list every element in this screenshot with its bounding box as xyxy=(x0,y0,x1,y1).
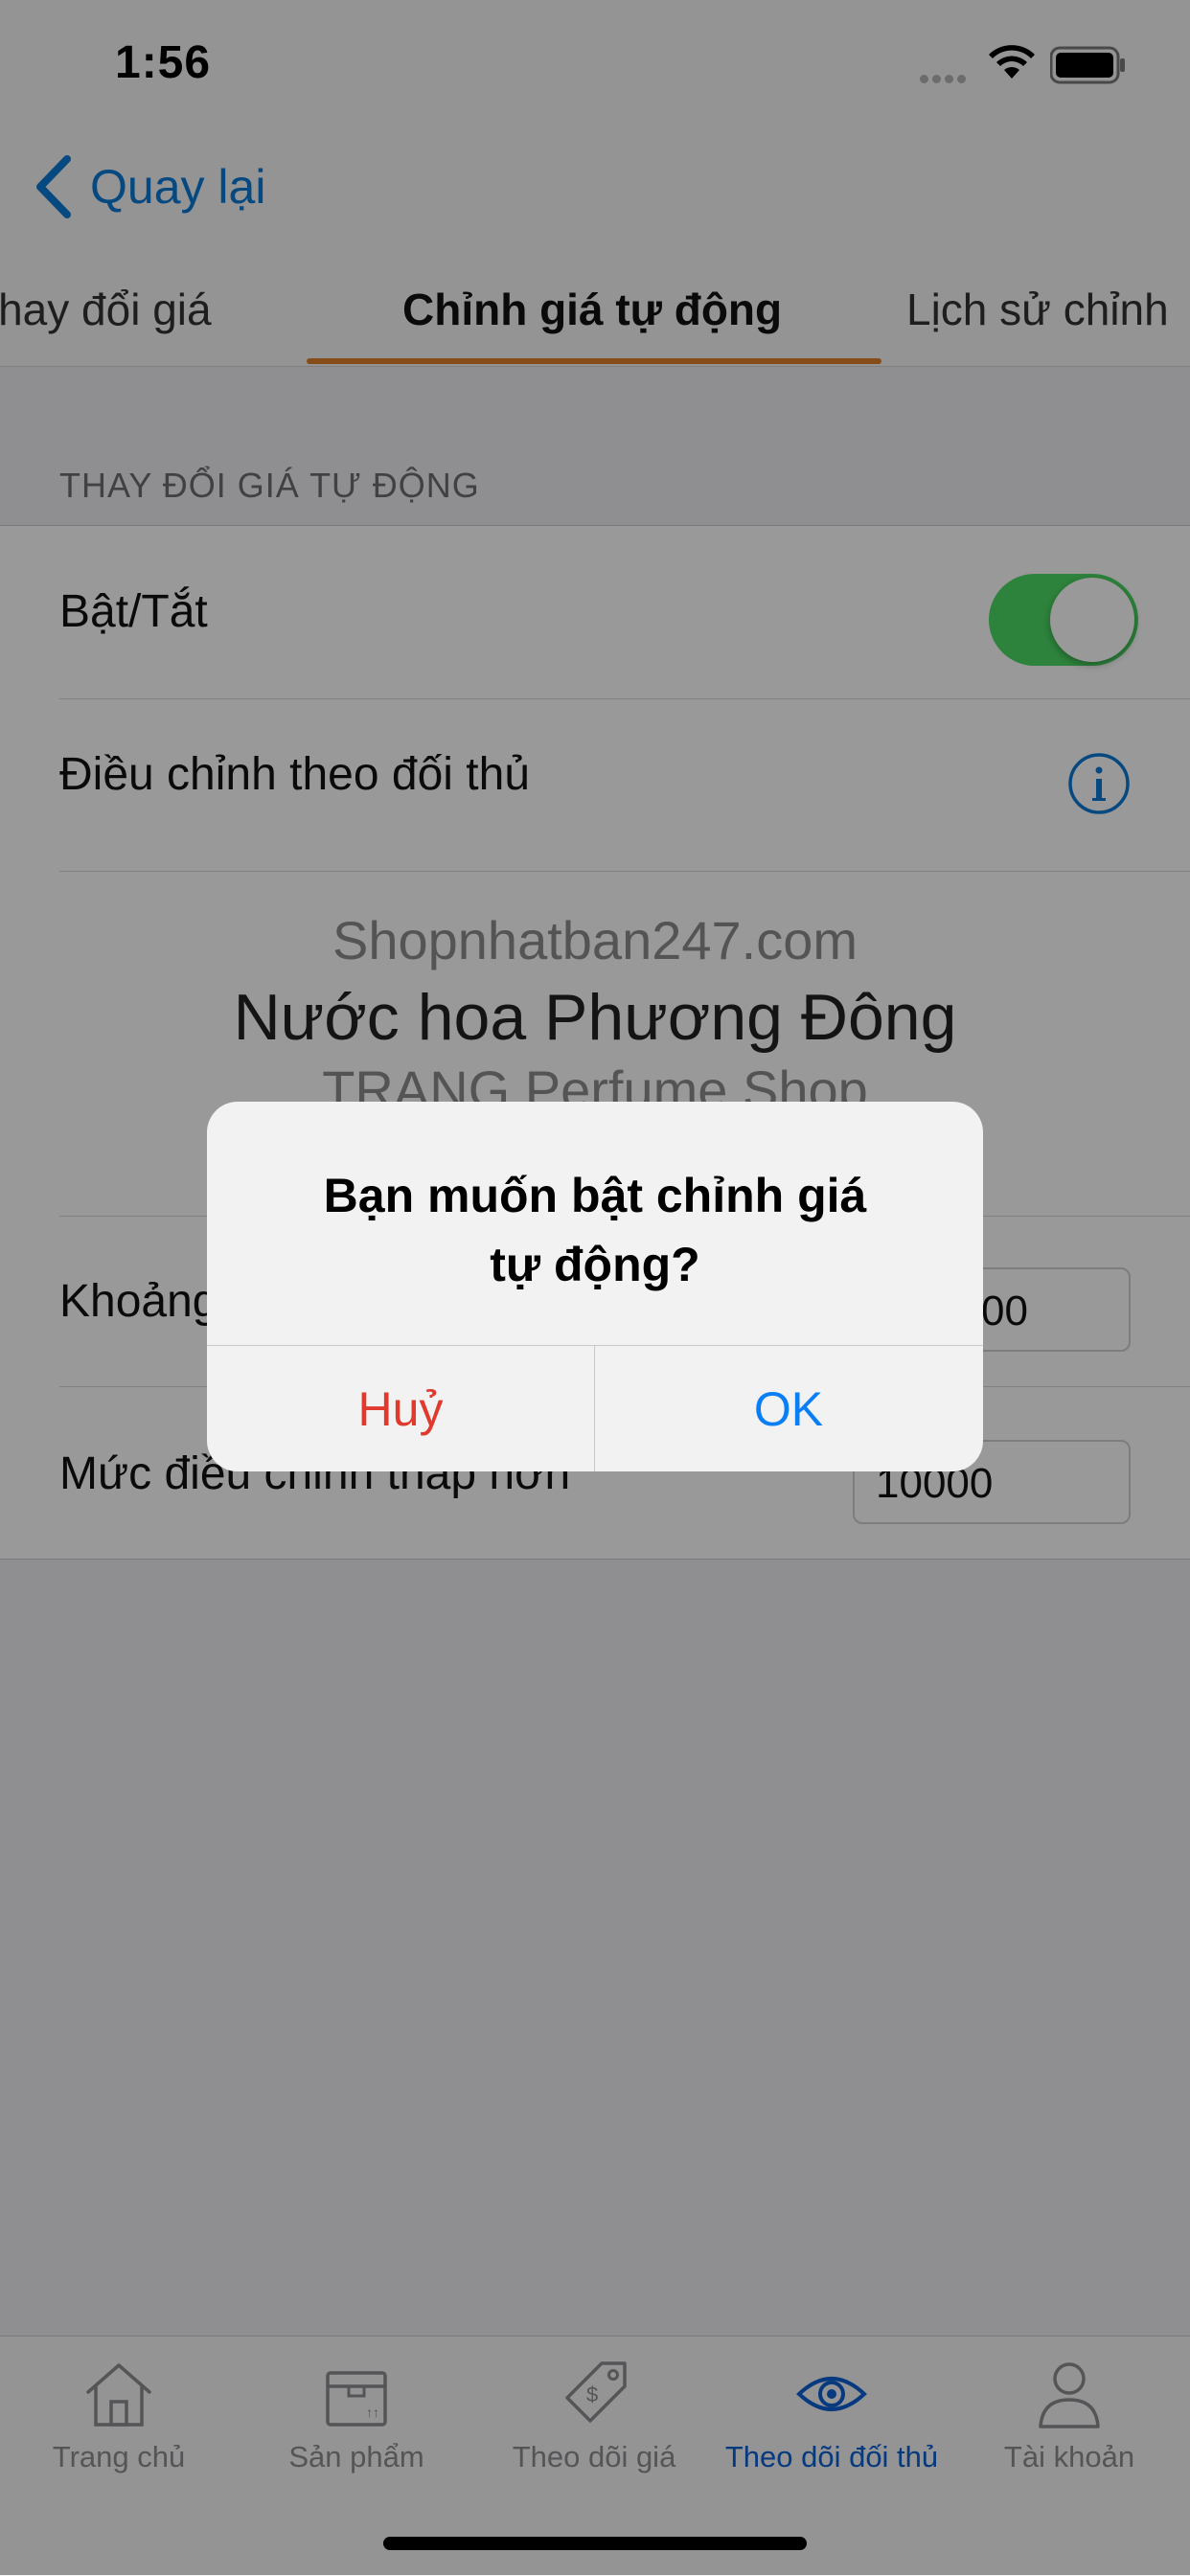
home-indicator[interactable] xyxy=(383,2537,807,2550)
divider xyxy=(207,1345,983,1346)
alert-title-line1: Bạn muốn bật chỉnh giá xyxy=(323,1169,867,1222)
cancel-button[interactable]: Huỷ xyxy=(207,1347,594,1471)
alert-title: Bạn muốn bật chỉnh giá tự động? xyxy=(245,1161,945,1299)
alert-title-line2: tự động? xyxy=(490,1238,700,1291)
confirm-alert: Bạn muốn bật chỉnh giá tự động? Huỷ OK xyxy=(207,1102,983,1471)
ok-button[interactable]: OK xyxy=(595,1347,982,1471)
